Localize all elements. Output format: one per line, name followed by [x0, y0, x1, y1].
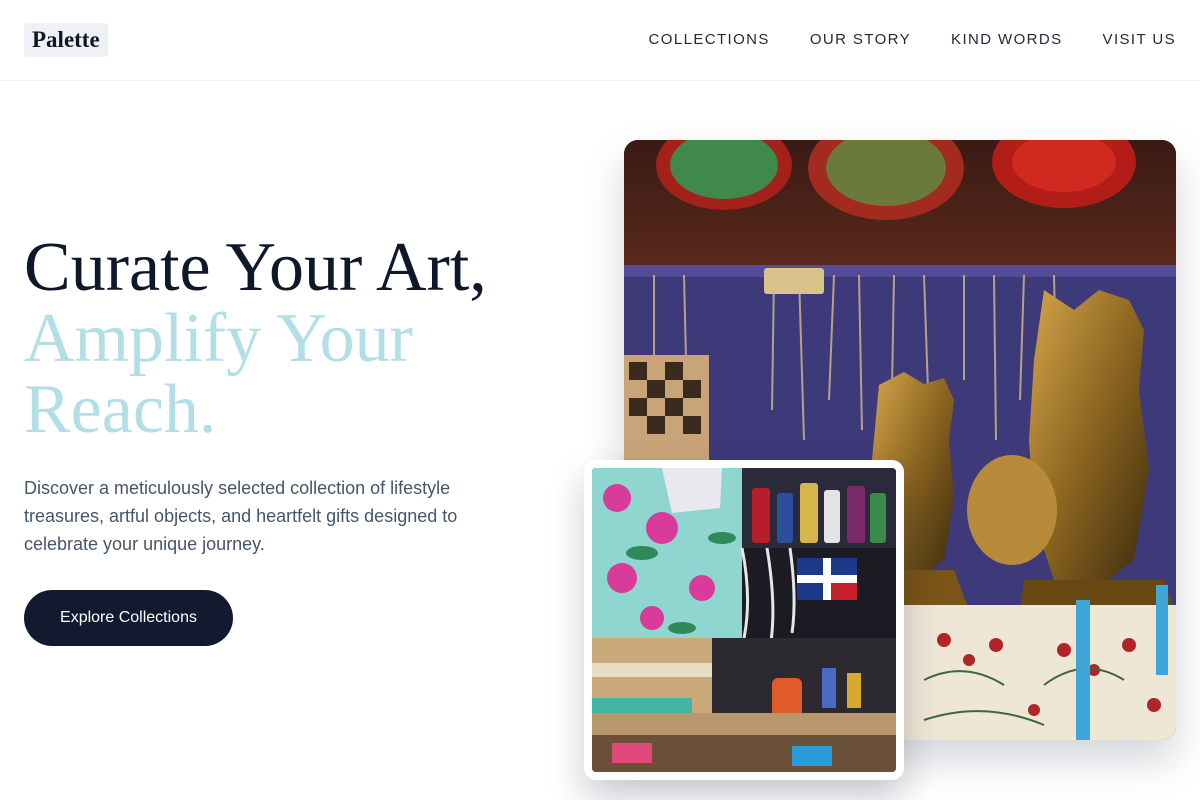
headline-accent: Amplify Your Reach.: [24, 300, 413, 448]
nav-collections[interactable]: COLLECTIONS: [649, 30, 770, 50]
headline-line: Curate Your Art,: [24, 229, 487, 306]
hero-headline: Curate Your Art, Amplify Your Reach.: [24, 232, 487, 445]
brand-logo[interactable]: Palette: [24, 23, 108, 57]
explore-collections-button[interactable]: Explore Collections: [24, 590, 233, 646]
hero-image-secondary: [584, 460, 904, 780]
site-header: Palette COLLECTIONS OUR STORY KIND WORDS…: [0, 0, 1200, 81]
hero-description: Discover a meticulously selected collect…: [24, 478, 458, 554]
nav-kind-words[interactable]: KIND WORDS: [951, 30, 1063, 50]
nav-visit-us[interactable]: VISIT US: [1103, 30, 1176, 50]
nav-our-story[interactable]: OUR STORY: [810, 30, 911, 50]
souvenir-stall-image: [592, 468, 896, 772]
main-nav: COLLECTIONS OUR STORY KIND WORDS VISIT U…: [649, 30, 1176, 50]
